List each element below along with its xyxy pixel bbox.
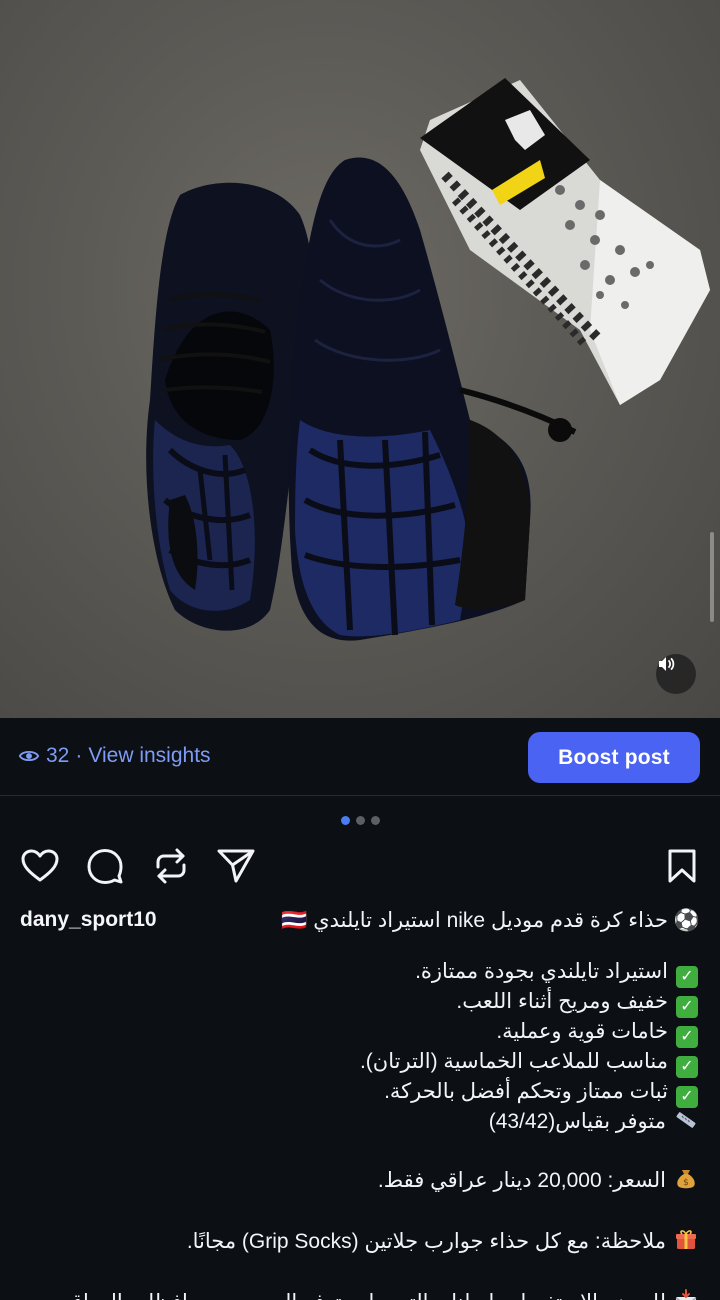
- caption-headline: ⚽ حذاء كرة قدم موديل nike استيراد تايلند…: [281, 909, 700, 932]
- money-bag-icon: $: [677, 1170, 695, 1189]
- feature-line: ✓ مناسب للملاعب الخماسية (الترتان).: [18, 1048, 698, 1078]
- comment-bubble-icon: [87, 849, 123, 884]
- feature-text: خفيف ومريح أثناء اللعب.: [456, 990, 668, 1013]
- contact-text: للحجز والاستفسار راسلنا، والتوصيل متوفر …: [67, 1291, 666, 1300]
- feature-text: خامات قوية وعملية.: [496, 1020, 668, 1043]
- username-link[interactable]: dany_sport10: [20, 908, 157, 932]
- send-paper-plane-icon: [217, 849, 255, 883]
- carousel-dot: [370, 816, 380, 825]
- separator-dot: ·: [75, 744, 83, 767]
- check-mark-icon: ✓: [676, 1026, 698, 1048]
- caption-body: ✓ استيراد تايلندي بجودة ممتازة. ✓ خفيف ومر…: [18, 958, 698, 1300]
- contact-line: للحجز والاستفسار راسلنا، والتوصيل متوفر …: [18, 1289, 698, 1300]
- like-button[interactable]: [18, 844, 62, 888]
- gift-icon: [676, 1230, 696, 1249]
- save-button[interactable]: [660, 844, 704, 888]
- feature-text: ثبات ممتاز وتحكم أفضل بالحركة.: [384, 1080, 668, 1103]
- check-mark-icon: ✓: [676, 1086, 698, 1108]
- feature-text: استيراد تايلندي بجودة ممتازة.: [415, 960, 668, 983]
- repost-button[interactable]: [149, 844, 193, 888]
- check-mark-icon: ✓: [676, 1056, 698, 1078]
- feature-line: ✓ خامات قوية وعملية.: [18, 1018, 698, 1048]
- view-insights-link[interactable]: 32 · View insights: [18, 744, 211, 768]
- price-line: $ السعر: 20,000 دينار عراقي فقط.: [18, 1167, 698, 1194]
- left-boot-image: [146, 182, 314, 631]
- share-button[interactable]: [214, 844, 258, 888]
- feature-line: ✓ ثبات ممتاز وتحكم أفضل بالحركة.: [18, 1078, 698, 1108]
- comment-button[interactable]: [83, 844, 127, 888]
- view-count: 32: [46, 744, 70, 767]
- svg-text:$: $: [683, 1178, 689, 1188]
- carousel-dot: [355, 816, 365, 825]
- media-scroll-indicator: [710, 532, 714, 622]
- carousel-indicator: [0, 816, 720, 825]
- view-insights-label: View insights: [88, 744, 211, 767]
- note-line: ملاحظة: مع كل حذاء جوارب جلاتين (Grip So…: [18, 1228, 698, 1255]
- price-text: السعر: 20,000 دينار عراقي فقط.: [377, 1169, 666, 1192]
- repost-icon: [156, 848, 186, 884]
- eye-icon: [18, 750, 40, 762]
- sound-toggle-button[interactable]: [656, 654, 696, 694]
- ruler-icon: [676, 1112, 696, 1128]
- caption-header: dany_sport10 ⚽ حذاء كرة قدم موديل nike ا…: [20, 904, 700, 938]
- product-photo: [146, 78, 710, 641]
- heart-icon: [21, 849, 59, 882]
- feature-line: ✓ خفيف ومريح أثناء اللعب.: [18, 988, 698, 1018]
- boost-post-button[interactable]: Boost post: [528, 732, 700, 783]
- post-media[interactable]: [0, 0, 720, 718]
- note-text: ملاحظة: مع كل حذاء جوارب جلاتين (Grip So…: [186, 1230, 666, 1253]
- check-mark-icon: ✓: [676, 966, 698, 988]
- speaker-icon: [659, 657, 675, 671]
- grip-socks-image: [420, 78, 710, 405]
- incoming-envelope-icon: [675, 1289, 697, 1300]
- carousel-dot-active: [340, 816, 350, 825]
- sizes-text: متوفر بقياس(43/42): [488, 1110, 666, 1133]
- sizes-line: متوفر بقياس(43/42): [18, 1108, 698, 1135]
- feature-line: ✓ استيراد تايلندي بجودة ممتازة.: [18, 958, 698, 988]
- check-mark-icon: ✓: [676, 996, 698, 1018]
- post-actions: [18, 844, 702, 888]
- insights-bar: 32 · View insights Boost post: [0, 718, 720, 796]
- bookmark-icon: [668, 849, 696, 883]
- feature-text: مناسب للملاعب الخماسية (الترتان).: [359, 1050, 668, 1073]
